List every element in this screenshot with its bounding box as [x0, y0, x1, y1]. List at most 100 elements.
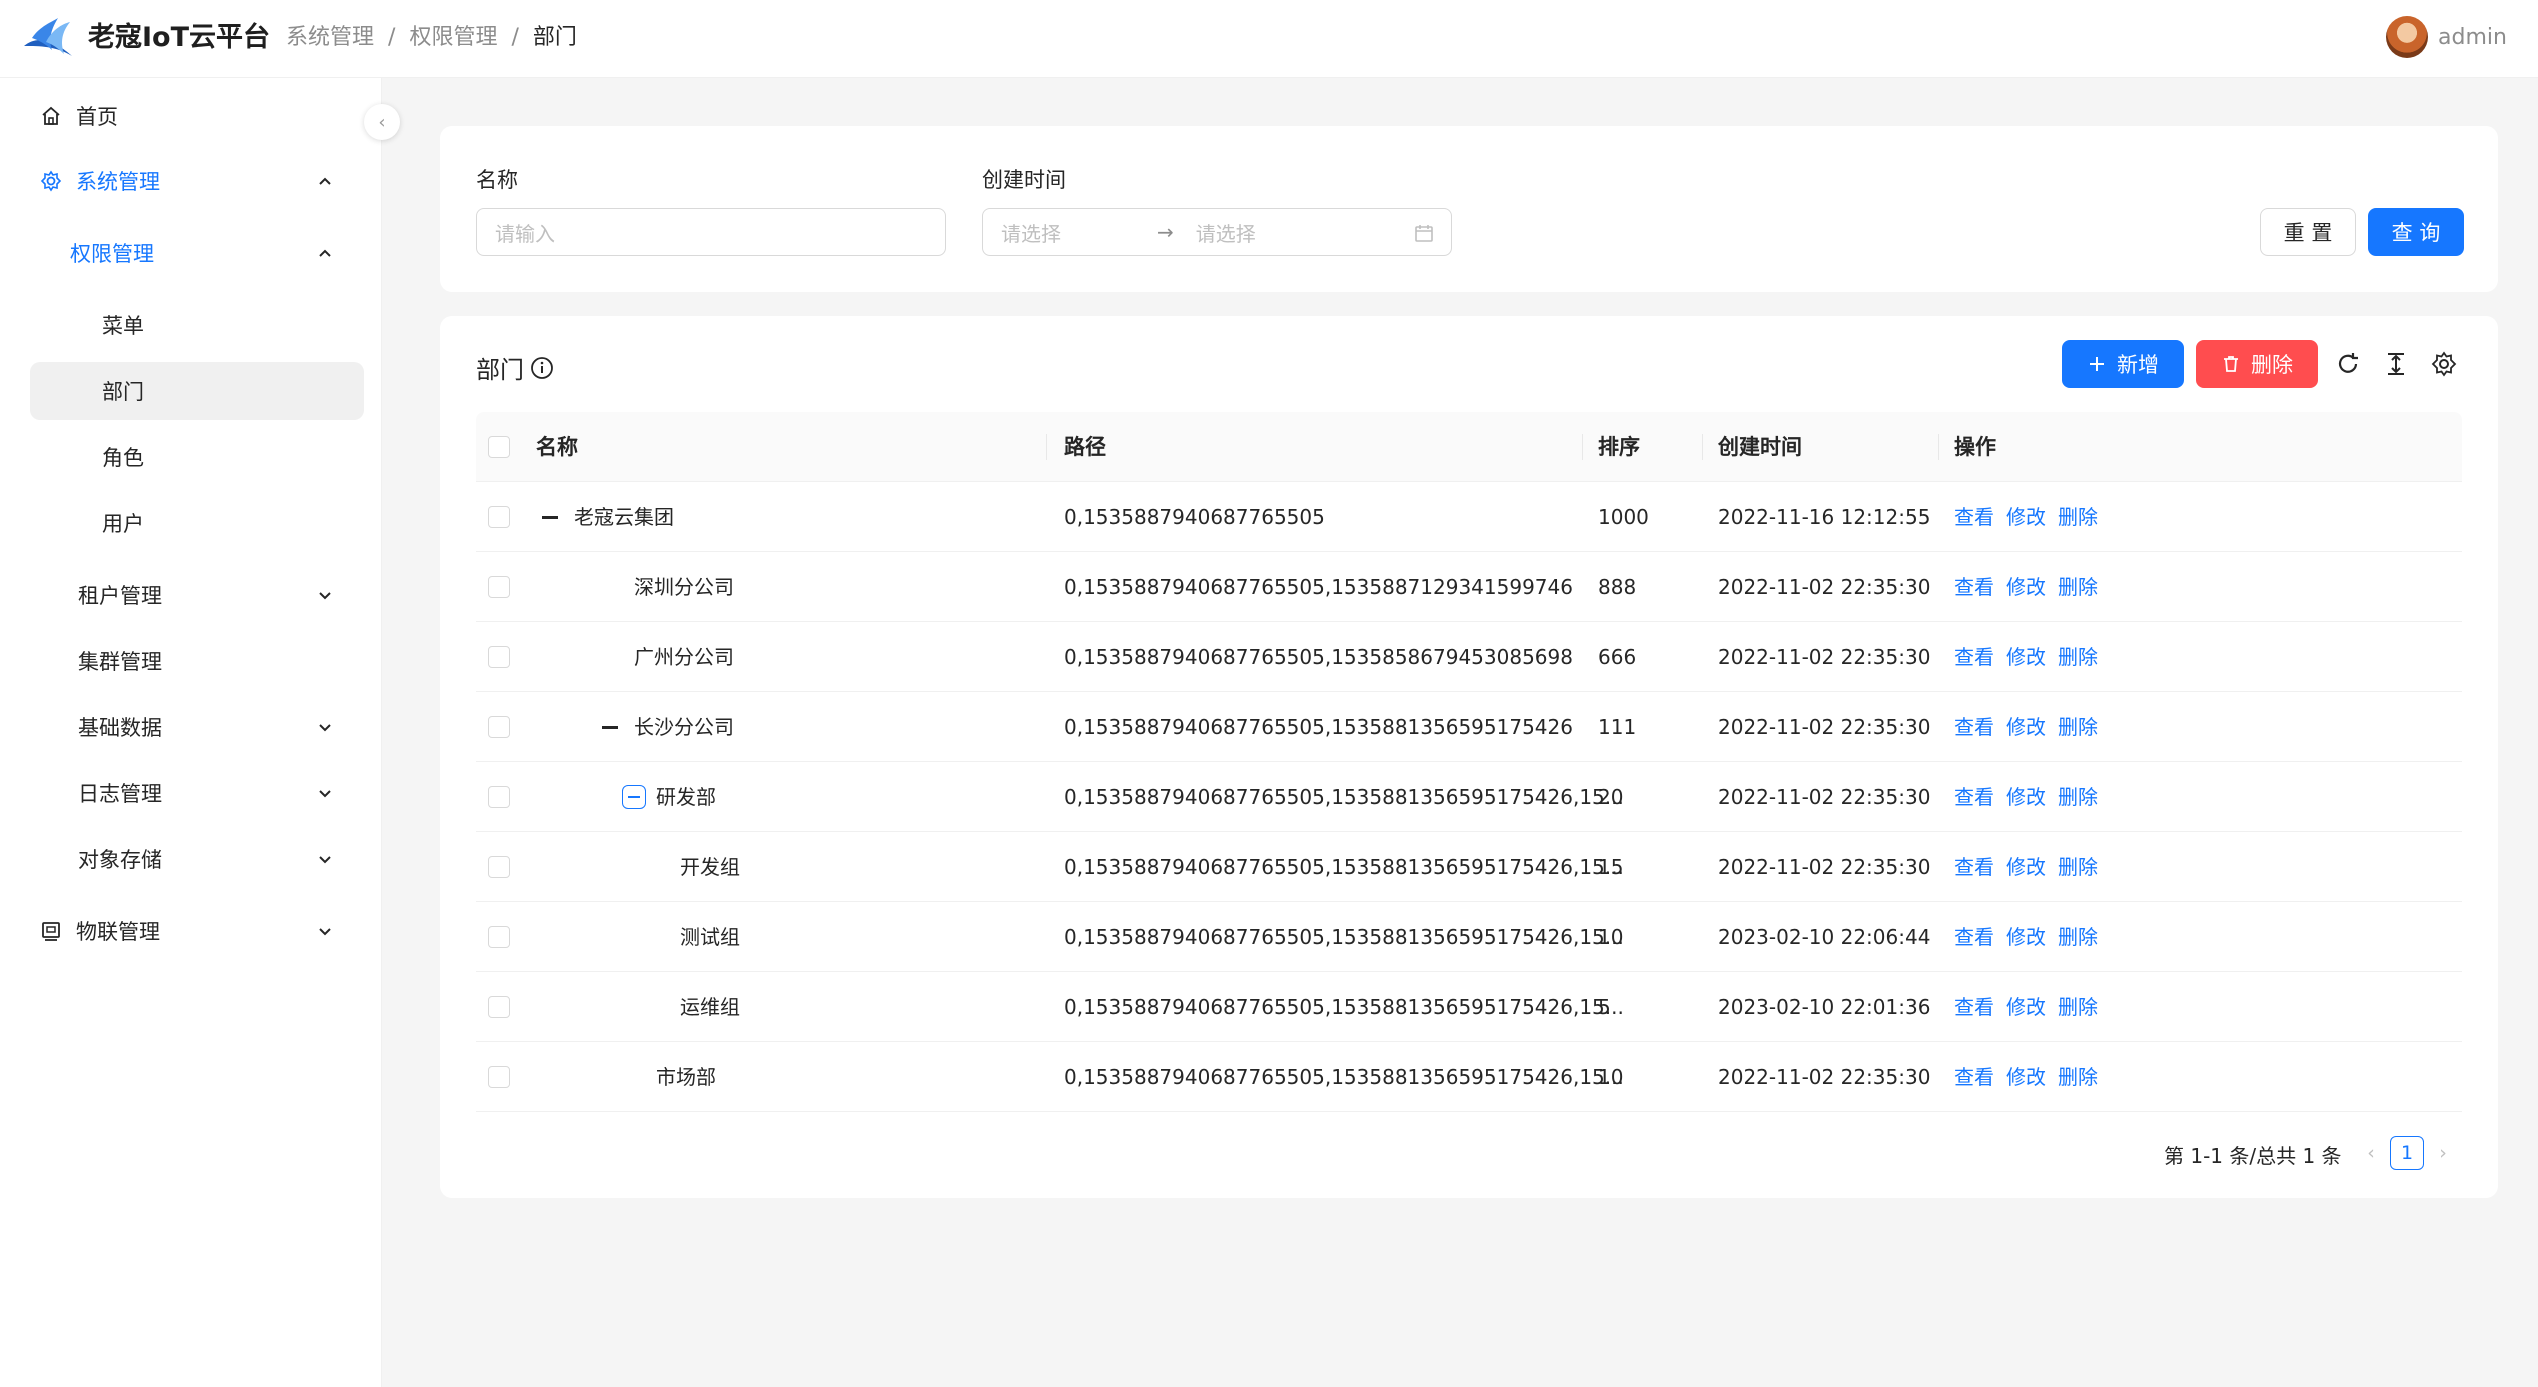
delete-link[interactable]: 删除: [2058, 715, 2098, 739]
sidebar-item-label: 权限管理: [70, 242, 154, 266]
sidebar-item-basic-data[interactable]: 基础数据: [30, 698, 364, 756]
view-link[interactable]: 查看: [1954, 1065, 1994, 1089]
reset-button[interactable]: 重 置: [2260, 208, 2356, 256]
table-row: 深圳分公司 0,1535887940687765505,153588712934…: [476, 552, 2462, 622]
column-header-sort[interactable]: 排序: [1598, 412, 1640, 482]
delete-link[interactable]: 删除: [2058, 785, 2098, 809]
sidebar-collapse-button[interactable]: ‹: [364, 104, 400, 140]
query-button[interactable]: 查 询: [2368, 208, 2464, 256]
row-checkbox[interactable]: [488, 646, 510, 668]
cell-created: 2022-11-02 22:35:30: [1718, 715, 1931, 739]
sidebar-item-permission[interactable]: 权限管理: [30, 224, 364, 282]
start-date-input[interactable]: 请选择: [1001, 218, 1061, 247]
avatar[interactable]: [2386, 16, 2428, 58]
app-title: 老寇IoT云平台: [88, 22, 271, 53]
edit-link[interactable]: 修改: [2006, 785, 2046, 809]
breadcrumb-item-permission[interactable]: 权限管理: [409, 18, 497, 58]
row-checkbox[interactable]: [488, 506, 510, 528]
delete-link[interactable]: 删除: [2058, 575, 2098, 599]
edit-link[interactable]: 修改: [2006, 855, 2046, 879]
sidebar-item-dept[interactable]: 部门: [30, 362, 364, 420]
sidebar-item-role[interactable]: 角色: [30, 428, 364, 486]
edit-link[interactable]: 修改: [2006, 1065, 2046, 1089]
delete-link[interactable]: 删除: [2058, 855, 2098, 879]
prev-page-button[interactable]: ‹: [2354, 1136, 2388, 1170]
info-icon[interactable]: [530, 356, 554, 380]
sidebar-item-menu[interactable]: 菜单: [30, 296, 364, 354]
edit-link[interactable]: 修改: [2006, 645, 2046, 669]
view-link[interactable]: 查看: [1954, 925, 1994, 949]
edit-link[interactable]: 修改: [2006, 925, 2046, 949]
sidebar-item-user[interactable]: 用户: [30, 494, 364, 552]
next-page-button[interactable]: ›: [2426, 1136, 2460, 1170]
delete-link[interactable]: 删除: [2058, 1065, 2098, 1089]
plus-icon: [2090, 357, 2104, 371]
row-checkbox[interactable]: [488, 926, 510, 948]
chevron-down-icon: [319, 856, 331, 864]
edit-link[interactable]: 修改: [2006, 995, 2046, 1019]
settings-icon[interactable]: [2430, 350, 2458, 378]
cell-sort: 15: [1598, 855, 1624, 879]
edit-link[interactable]: 修改: [2006, 575, 2046, 599]
row-checkbox[interactable]: [488, 786, 510, 808]
page-1-button[interactable]: 1: [2390, 1136, 2424, 1170]
collapse-toggle-icon[interactable]: [622, 785, 646, 809]
column-header-path[interactable]: 路径: [1064, 412, 1106, 482]
cell-path: 0,1535887940687765505,153585867945308569…: [1064, 645, 1573, 669]
device-icon: [38, 918, 64, 944]
row-checkbox[interactable]: [488, 716, 510, 738]
cell-path: 0,1535887940687765505,153588135659517542…: [1064, 785, 1624, 809]
end-date-input[interactable]: 请选择: [1196, 218, 1256, 247]
cell-actions: 查看 修改 删除: [1954, 692, 2110, 762]
sidebar-item-log[interactable]: 日志管理: [30, 764, 364, 822]
column-header-name[interactable]: 名称: [536, 412, 578, 482]
user-name[interactable]: admin: [2438, 18, 2507, 58]
sidebar-item-label: 基础数据: [78, 716, 162, 740]
cell-name: 深圳分公司: [634, 575, 734, 599]
sidebar-item-system[interactable]: 系统管理: [30, 152, 364, 210]
collapse-icon[interactable]: [542, 516, 558, 519]
sidebar-item-oss[interactable]: 对象存储: [30, 830, 364, 888]
view-link[interactable]: 查看: [1954, 505, 1994, 529]
delete-link[interactable]: 删除: [2058, 645, 2098, 669]
breadcrumb-separator: /: [388, 25, 396, 50]
breadcrumb-item-system[interactable]: 系统管理: [286, 18, 374, 58]
search-form: 名称 请输入 创建时间 请选择 → 请选择 重 置 查 询: [440, 126, 2498, 292]
row-checkbox[interactable]: [488, 996, 510, 1018]
name-input[interactable]: 请输入: [476, 208, 946, 256]
table-row: 开发组 0,1535887940687765505,15358813565951…: [476, 832, 2462, 902]
table-title-text: 部门: [476, 356, 524, 384]
edit-link[interactable]: 修改: [2006, 715, 2046, 739]
batch-delete-button[interactable]: 删除: [2196, 340, 2318, 388]
row-checkbox[interactable]: [488, 1066, 510, 1088]
cell-name: 市场部: [656, 1065, 716, 1089]
column-header-actions: 操作: [1954, 435, 1996, 459]
collapse-icon[interactable]: [602, 726, 618, 729]
select-all-checkbox[interactable]: [488, 436, 510, 458]
chevron-down-icon: [319, 928, 331, 936]
chevron-down-icon: [319, 724, 331, 732]
reload-icon[interactable]: [2334, 350, 2362, 378]
add-button[interactable]: 新增: [2062, 340, 2184, 388]
delete-link[interactable]: 删除: [2058, 995, 2098, 1019]
view-link[interactable]: 查看: [1954, 855, 1994, 879]
row-checkbox[interactable]: [488, 576, 510, 598]
created-time-range-picker[interactable]: 请选择 → 请选择: [982, 208, 1452, 256]
view-link[interactable]: 查看: [1954, 645, 1994, 669]
table-row: 长沙分公司 0,1535887940687765505,153588135659…: [476, 692, 2462, 762]
cell-created: 2022-11-02 22:35:30: [1718, 1065, 1931, 1089]
view-link[interactable]: 查看: [1954, 575, 1994, 599]
sidebar-item-cluster[interactable]: 集群管理: [30, 632, 364, 690]
sidebar-item-iot[interactable]: 物联管理: [30, 902, 364, 960]
edit-link[interactable]: 修改: [2006, 505, 2046, 529]
view-link[interactable]: 查看: [1954, 995, 1994, 1019]
delete-link[interactable]: 删除: [2058, 925, 2098, 949]
delete-link[interactable]: 删除: [2058, 505, 2098, 529]
sidebar-item-tenant[interactable]: 租户管理: [30, 566, 364, 624]
row-checkbox[interactable]: [488, 856, 510, 878]
view-link[interactable]: 查看: [1954, 785, 1994, 809]
sidebar-item-home[interactable]: 首页: [30, 87, 364, 145]
column-height-icon[interactable]: [2382, 350, 2410, 378]
column-header-created[interactable]: 创建时间: [1718, 412, 1802, 482]
view-link[interactable]: 查看: [1954, 715, 1994, 739]
